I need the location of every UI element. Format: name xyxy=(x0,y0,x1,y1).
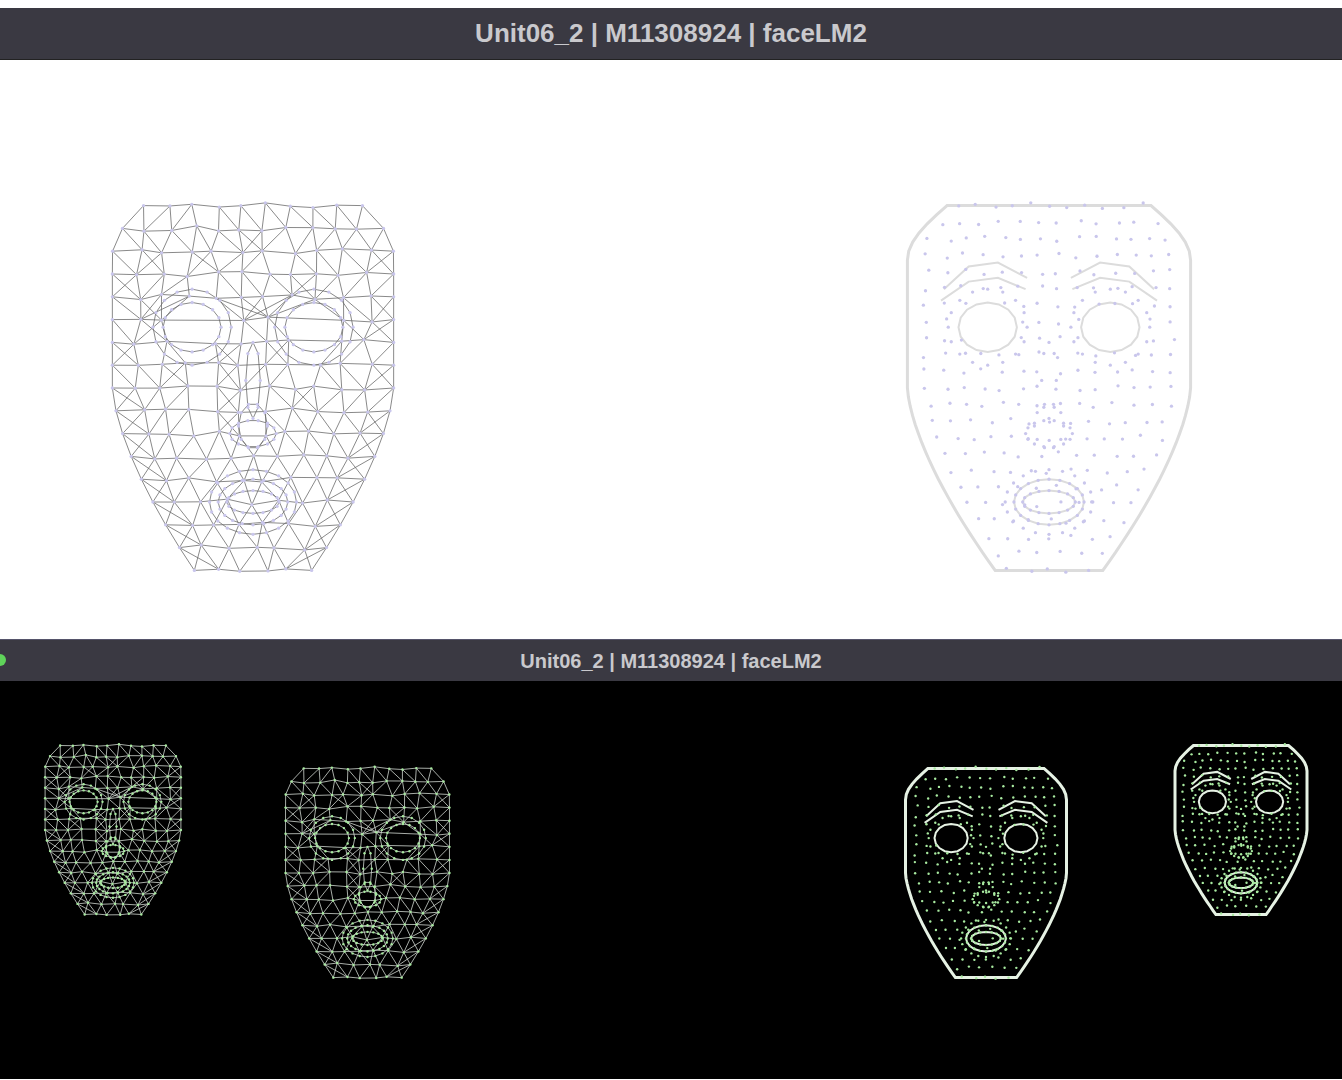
window-title: Unit06_2 | M11308924 | faceLM2 xyxy=(475,14,867,53)
close-dot[interactable] xyxy=(0,654,6,666)
face-mesh xyxy=(105,195,401,581)
window-title: Unit06_2 | M11308924 | faceLM2 xyxy=(520,646,821,676)
face-points xyxy=(900,761,1072,985)
canvas xyxy=(0,60,1342,637)
face-mesh xyxy=(280,761,455,985)
title-bar[interactable]: Unit06_2 | M11308924 | faceLM2 xyxy=(0,639,1342,681)
face-points xyxy=(1170,739,1312,921)
face-points xyxy=(900,195,1198,581)
face-mesh xyxy=(40,739,186,921)
desktop: Unit06_2 | M11308924 | faceLM2 Unit06_2 |… xyxy=(0,0,1342,1080)
canvas xyxy=(0,681,1342,1079)
title-bar[interactable]: Unit06_2 | M11308924 | faceLM2 xyxy=(0,8,1342,60)
window: Unit06_2 | M11308924 | faceLM2 xyxy=(0,8,1342,637)
window: Unit06_2 | M11308924 | faceLM2 xyxy=(0,639,1342,1079)
